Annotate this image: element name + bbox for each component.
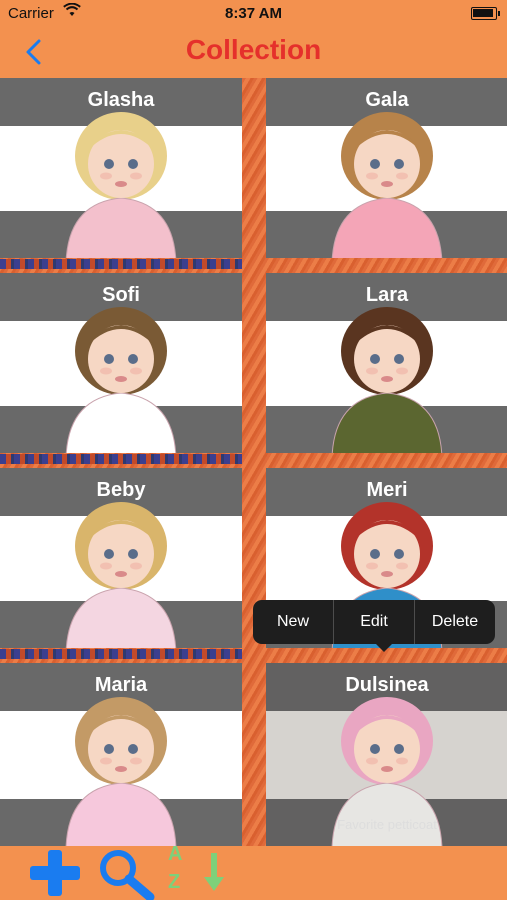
doll-card[interactable]: Lara [266,273,507,453]
fabric-strip [0,454,242,464]
doll-photo [65,502,177,648]
doll-name: Sofi [102,284,140,306]
sort-az-icon[interactable]: A Z [166,843,230,900]
page-title: Collection [185,34,322,65]
doll-name: Glasha [87,89,155,111]
sort-letter-a: A [168,843,183,865]
sort-letter-z: Z [168,871,181,893]
plus-icon[interactable] [26,848,84,898]
menu-pointer [375,643,393,652]
doll-photo [65,697,177,846]
doll-card[interactable]: Beby [0,468,242,648]
doll-collection-grid: Glasha Gala Sofi Lara Beby Meri Maria Dulsinea F… [0,78,507,846]
doll-name: Beby [96,479,146,501]
edit-menu-item[interactable]: Edit [333,600,414,644]
doll-name: Lara [365,284,409,306]
fabric-strip [0,259,242,269]
doll-name: Gala [365,89,409,111]
doll-caption: Favorite petticoat [337,817,437,832]
doll-card[interactable]: Dulsinea Favorite petticoat [266,663,507,846]
doll-photo [331,112,443,258]
doll-card[interactable]: Sofi [0,273,242,453]
delete-menu-item[interactable]: Delete [414,600,495,644]
doll-photo [331,307,443,453]
bottom-toolbar: A Z [0,843,507,900]
doll-name: Maria [94,674,148,696]
doll-name: Dulsinea [345,674,429,696]
doll-card[interactable]: Gala [266,78,507,258]
battery-icon [471,7,500,20]
new-menu-item[interactable]: New [253,600,333,644]
doll-name: Meri [366,479,408,501]
clock: 8:37 AM [225,5,282,22]
sort-arrow-icon [204,853,224,891]
doll-card[interactable]: Glasha [0,78,242,258]
nav-bar: Collection [0,26,507,78]
search-icon[interactable] [96,848,158,900]
fabric-strip [0,649,242,659]
doll-photo [65,112,177,258]
status-bar: Carrier 8:37 AM [0,0,507,26]
doll-card[interactable]: Maria [0,663,242,846]
context-menu: New Edit Delete [253,600,495,652]
doll-photo [65,307,177,453]
